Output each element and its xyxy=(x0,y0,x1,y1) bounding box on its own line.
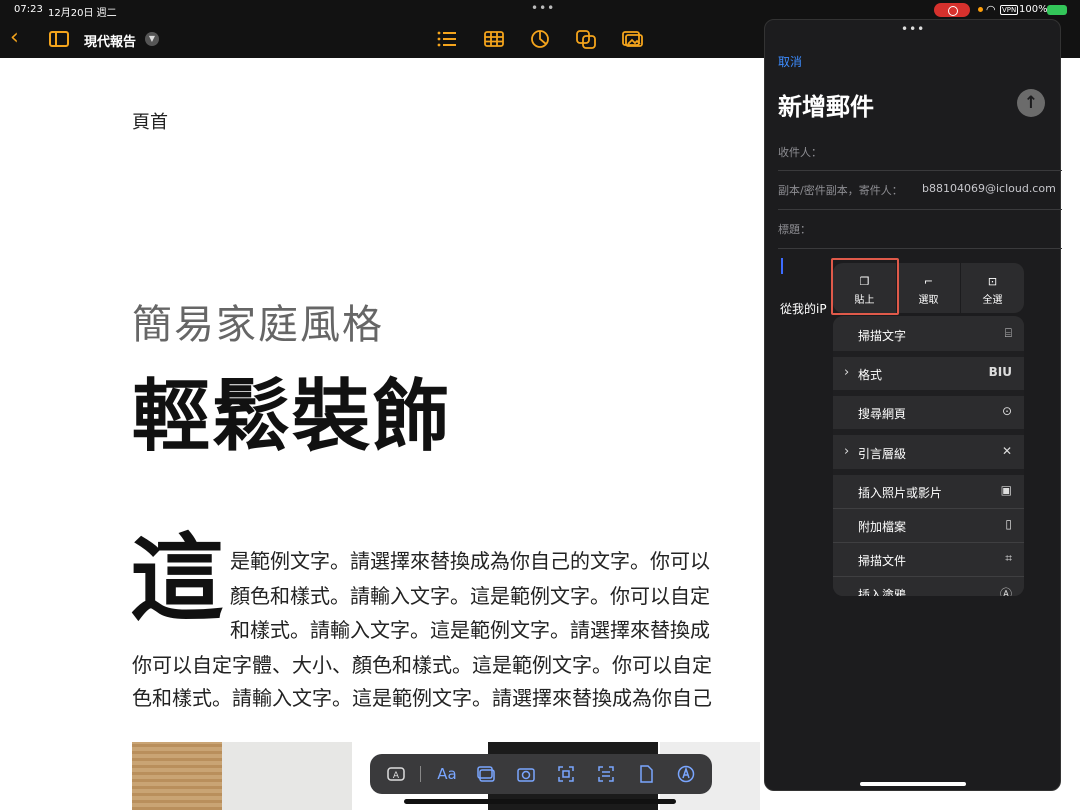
chevron-left-icon[interactable]: ‹ xyxy=(10,27,26,50)
status-bar: 07:23 12月20日 週二 ••• ◠ VPN 100% xyxy=(0,0,1080,20)
context-menu-list: 掃描文字 ⌸ › 格式 BIU 搜尋網頁 ⊙ › 引言層級 ✕ 插入照片或影片 … xyxy=(833,316,1024,596)
camera-icon[interactable] xyxy=(516,764,536,784)
photo-icon: ▣ xyxy=(1000,483,1012,497)
list-icon[interactable] xyxy=(436,28,458,50)
font-icon[interactable]: Aa xyxy=(436,764,458,784)
select-icon: ⌐ xyxy=(923,275,934,288)
to-field-label[interactable]: 收件人： xyxy=(778,144,822,160)
wifi-icon: ◠ xyxy=(986,3,996,16)
menu-item-label: 引言層級 xyxy=(858,447,907,461)
cancel-button[interactable]: 取消 xyxy=(778,53,802,70)
scan-document-icon: ⌗ xyxy=(1005,551,1012,565)
menu-item-insert-drawing[interactable]: 插入塗鴉 Ⓐ xyxy=(833,577,1024,596)
menu-item-label: 插入塗鴉 xyxy=(858,588,907,596)
insert-toolbar: A Aa xyxy=(370,754,712,794)
divider xyxy=(420,766,421,782)
chevron-right-icon: › xyxy=(844,444,850,459)
compose-title: 新增郵件 xyxy=(778,93,874,121)
battery-icon xyxy=(1047,5,1067,15)
menu-item-label: 掃描文件 xyxy=(858,554,907,568)
photo-image[interactable] xyxy=(222,742,352,810)
body-line[interactable]: 和樣式。請輸入文字。這是範例文字。請選擇來替換成 xyxy=(230,614,710,643)
menu-item-label: 掃描文字 xyxy=(858,329,907,343)
search-icon: ⊙ xyxy=(1001,404,1012,418)
menu-item-format[interactable]: › 格式 BIU xyxy=(833,357,1024,390)
menu-item-attach-file[interactable]: 附加檔案 ▯ xyxy=(833,509,1024,542)
media-icon[interactable] xyxy=(621,28,643,50)
scan-text-icon[interactable] xyxy=(596,764,616,784)
signature-text[interactable]: 從我的iP xyxy=(780,300,827,317)
subject-field-label[interactable]: 標題： xyxy=(778,221,811,237)
document-subtitle[interactable]: 簡易家庭風格 xyxy=(132,292,384,350)
menu-item-label: 附加檔案 xyxy=(858,520,907,534)
scan-icon[interactable] xyxy=(556,764,576,784)
divider xyxy=(778,248,1062,249)
document-heading[interactable]: 輕鬆裝飾 xyxy=(132,354,452,466)
page-header[interactable]: 頁首 xyxy=(132,108,168,134)
svg-text:A: A xyxy=(393,771,400,781)
divider xyxy=(778,209,1062,210)
multitasking-dots-icon[interactable]: ••• xyxy=(901,22,925,36)
select-all-label: 全選 xyxy=(982,295,1003,306)
menu-item-scan-text[interactable]: 掃描文字 ⌸ xyxy=(833,318,1024,351)
document-icon[interactable] xyxy=(636,764,656,784)
body-line[interactable]: 是範例文字。請選擇來替換成為你自己的文字。你可以 xyxy=(230,545,710,574)
chart-icon[interactable] xyxy=(529,28,551,50)
scan-text-icon: ⌸ xyxy=(1004,326,1012,340)
text-cursor xyxy=(781,258,783,274)
close-icon: ✕ xyxy=(1001,444,1012,458)
multitasking-dots-icon[interactable]: ••• xyxy=(531,1,555,15)
menu-item-label: 格式 xyxy=(858,368,883,382)
markup-icon: Ⓐ xyxy=(999,587,1012,596)
sidebar-icon[interactable] xyxy=(49,31,69,47)
table-icon[interactable] xyxy=(483,28,505,50)
chevron-right-icon: › xyxy=(844,365,850,380)
home-indicator[interactable] xyxy=(404,799,676,804)
photo-icon[interactable] xyxy=(476,764,496,784)
screen-recording-icon[interactable] xyxy=(934,3,970,17)
menu-item-label: 搜尋網頁 xyxy=(858,407,907,421)
divider xyxy=(778,170,1062,171)
chevron-down-icon[interactable]: ▼ xyxy=(145,32,159,46)
menu-item-quote-level[interactable]: › 引言層級 ✕ xyxy=(833,436,1024,469)
vpn-badge: VPN xyxy=(1000,5,1019,15)
status-time: 07:23 xyxy=(14,4,43,15)
divider xyxy=(833,429,1024,435)
body-line[interactable]: 色和樣式。請輸入文字。這是範例文字。請選擇來替換成為你自己 xyxy=(132,682,712,711)
shapes-icon[interactable] xyxy=(575,28,597,50)
photo-image[interactable] xyxy=(132,742,222,810)
text-box-icon[interactable]: A xyxy=(386,764,406,784)
menu-item-insert-photo[interactable]: 插入照片或影片 ▣ xyxy=(833,475,1024,508)
select-label: 選取 xyxy=(918,295,939,306)
menu-item-label: 插入照片或影片 xyxy=(858,486,943,500)
markup-icon[interactable] xyxy=(676,764,696,784)
body-line[interactable]: 你可以自定字體、大小、顏色和樣式。這是範例文字。你可以自定 xyxy=(132,649,712,678)
document-icon: ▯ xyxy=(1005,517,1012,531)
drop-cap[interactable]: 這 xyxy=(130,532,224,628)
body-line[interactable]: 顏色和樣式。請輸入文字。這是範例文字。你可以自定 xyxy=(230,580,710,609)
paste-highlight xyxy=(831,258,899,315)
menu-item-search-web[interactable]: 搜尋網頁 ⊙ xyxy=(833,396,1024,429)
select-all-button[interactable]: ⊡ 全選 xyxy=(961,263,1024,313)
select-all-icon: ⊡ xyxy=(987,275,998,288)
status-date: 12月20日 週二 xyxy=(48,8,117,19)
send-arrow-icon[interactable]: ↑ xyxy=(1017,89,1045,117)
battery-percent: 100% xyxy=(1019,4,1048,15)
biu-icon: BIU xyxy=(988,365,1012,379)
home-indicator[interactable] xyxy=(860,782,966,786)
document-title[interactable]: 現代報告 xyxy=(84,31,136,50)
menu-item-scan-document[interactable]: 掃描文件 ⌗ xyxy=(833,543,1024,576)
mic-indicator-icon xyxy=(978,7,983,12)
select-button[interactable]: ⌐ 選取 xyxy=(897,263,960,313)
from-address[interactable]: b88104069@icloud.com xyxy=(922,182,1056,195)
cc-field-label[interactable]: 副本/密件副本，寄件人： xyxy=(778,182,903,198)
